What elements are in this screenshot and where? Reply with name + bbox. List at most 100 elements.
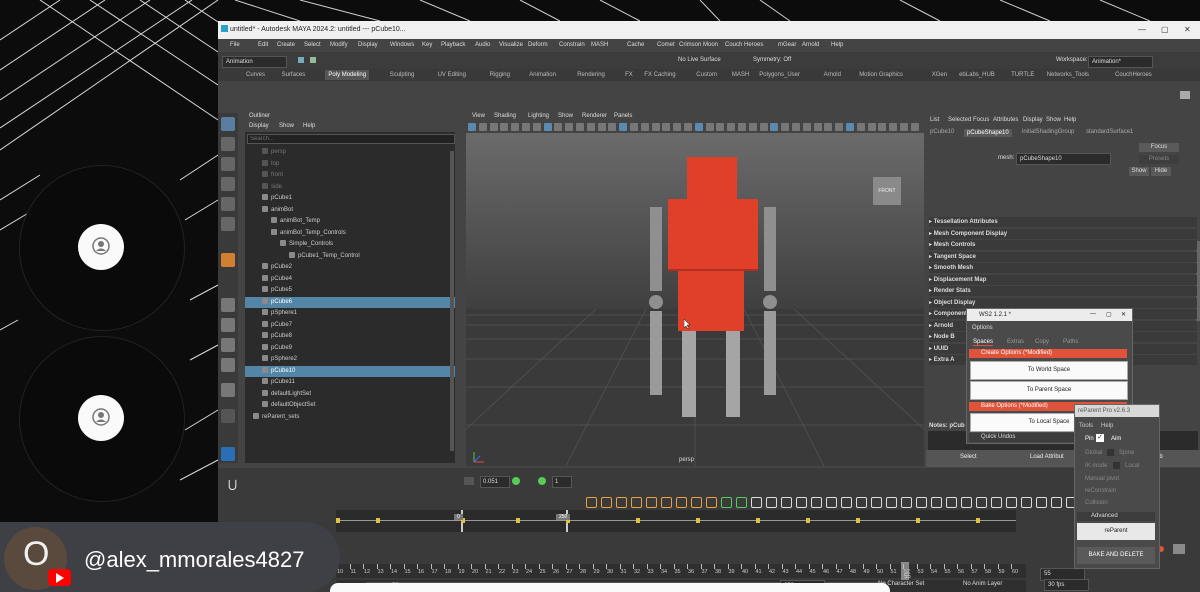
anim-tool-icon[interactable] (1021, 497, 1032, 508)
outliner-item[interactable]: pCube5 (245, 285, 455, 296)
layout-icon[interactable] (221, 253, 235, 267)
outliner-item[interactable]: pCube8 (245, 331, 455, 342)
menu-mgear[interactable]: mGear (778, 42, 796, 48)
outliner-item[interactable]: pCube9 (245, 343, 455, 354)
viewport-tool-icon[interactable] (597, 123, 606, 131)
maximize-button[interactable]: ▢ (1161, 25, 1169, 34)
viewport-tool-icon[interactable] (802, 123, 811, 131)
viewport-tool-icon[interactable] (748, 123, 757, 131)
keyframe-marker[interactable] (516, 518, 520, 523)
minimize-button[interactable]: — (1138, 25, 1146, 34)
outliner-item[interactable]: reParent_sets (245, 412, 455, 423)
viewport-tool-icon[interactable] (716, 123, 725, 131)
ws2-tab-spaces[interactable]: Spaces (973, 339, 994, 346)
keyframe-marker[interactable] (376, 518, 380, 523)
keyframe-marker[interactable] (856, 518, 860, 523)
outliner-menu-help[interactable]: Help (303, 123, 315, 129)
viewport-tool-icon[interactable] (781, 123, 790, 131)
ae-section-render-stats[interactable]: Render Stats (929, 286, 1197, 296)
shelf-tab-fx-caching[interactable]: FX Caching (644, 72, 675, 78)
menu-mash[interactable]: MASH (591, 42, 608, 48)
anim-layer-dropdown[interactable]: No Anim Layer (963, 581, 1002, 587)
anim-tool-icon[interactable] (961, 497, 972, 508)
outliner-item[interactable]: pCube4 (245, 274, 455, 285)
shelf-tab-rendering[interactable]: Rendering (577, 72, 605, 78)
anim-tool-icon[interactable] (691, 497, 702, 508)
ae-section-tangent-space[interactable]: Tangent Space (929, 251, 1197, 262)
menu-select[interactable]: Select (304, 42, 321, 48)
viewport-tool-icon[interactable] (705, 123, 714, 131)
viewport-tool-icon[interactable] (910, 123, 919, 131)
anim-tool-icon[interactable] (616, 497, 627, 508)
select-button[interactable]: Select (960, 454, 977, 460)
outliner-item[interactable]: animBot_Temp_Controls (245, 228, 455, 239)
character-torso[interactable] (668, 199, 758, 271)
anim-tool-icon[interactable] (871, 497, 882, 508)
anim-tool-icon[interactable] (811, 497, 822, 508)
ae-tab-initialshadinggroup[interactable]: initialShadingGroup (1022, 129, 1074, 135)
character-arm-right[interactable] (764, 207, 776, 291)
viewport-tool-icon[interactable] (867, 123, 876, 131)
anim-tool-icon[interactable] (931, 497, 942, 508)
split-view-icon[interactable] (221, 338, 235, 352)
anim-tool-icon[interactable] (586, 497, 597, 508)
shelf-tab-curves[interactable]: Curves (246, 72, 265, 78)
maya-m-icon[interactable] (221, 447, 235, 461)
live-surface[interactable]: No Live Surface (678, 57, 721, 63)
keyframe-marker[interactable] (756, 518, 760, 523)
anim-tool-icon[interactable] (901, 497, 912, 508)
viewport-tool-icon[interactable] (543, 123, 552, 131)
scale-tool-icon[interactable] (221, 217, 235, 231)
outliner-item[interactable]: pSphere1 (245, 308, 455, 319)
viewport-tool-icon[interactable] (835, 123, 844, 131)
outliner-item[interactable]: defaultObjectSet (245, 400, 455, 411)
outliner-search-input[interactable] (247, 134, 455, 144)
ae-tab-pcubeshape10[interactable]: pCubeShape10 (964, 129, 1012, 137)
menu-visualize[interactable]: Visualize (499, 42, 523, 48)
shelf-tab-turtle[interactable]: TURTLE (1011, 72, 1034, 78)
spine-option[interactable]: Spine (1119, 450, 1134, 456)
folder-icon[interactable] (298, 57, 304, 63)
keyframe-marker[interactable] (976, 518, 980, 523)
shelf-tab-rigging[interactable]: Rigging (490, 72, 510, 78)
anim-tool-icon[interactable] (946, 497, 957, 508)
ws2-options-menu[interactable]: Options (972, 325, 993, 331)
viewcube[interactable]: FRONT (873, 177, 901, 205)
menu-comet[interactable]: Comet (657, 42, 675, 48)
ae-section-mesh-component-display[interactable]: Mesh Component Display (929, 228, 1197, 239)
graph-view-icon[interactable] (221, 383, 235, 397)
anim-tool-icon[interactable] (856, 497, 867, 508)
viewport-tool-icon[interactable] (522, 123, 530, 131)
outliner-scrollbar[interactable] (450, 151, 454, 451)
outliner-item[interactable]: side (245, 182, 455, 193)
pin-checkbox[interactable]: ✓ (1096, 434, 1104, 442)
reconstrain-option[interactable]: reConstrain (1085, 488, 1116, 494)
participant-tile[interactable] (19, 336, 185, 502)
load-attributes-button[interactable]: Load Attribut (1030, 454, 1064, 460)
ws2-minimize-button[interactable]: — (1090, 311, 1096, 317)
menu-arnold[interactable]: Arnold (802, 42, 819, 48)
menu-constrain[interactable]: Constrain (559, 42, 585, 48)
keyframe-marker[interactable] (806, 518, 810, 523)
character-leg-left[interactable] (682, 331, 696, 417)
viewport-tool-icon[interactable] (619, 123, 628, 131)
shelf-tab-uv-editing[interactable]: UV Editing (438, 72, 466, 78)
ae-menu-show[interactable]: Show (1046, 117, 1061, 123)
shelf-tab-mash[interactable]: MASH (732, 72, 749, 78)
single-view-icon[interactable] (221, 298, 235, 312)
shelf-tab-fx[interactable]: FX (625, 72, 633, 78)
viewport-tool-icon[interactable] (900, 123, 908, 131)
viewport-menu-panels[interactable]: Panels (614, 113, 632, 119)
viewport-tool-icon[interactable] (878, 123, 887, 131)
viewport-tool-icon[interactable] (727, 123, 736, 131)
aim-option[interactable]: Aim (1111, 436, 1121, 442)
timeline-mode-icon[interactable]: ⋃ (228, 478, 237, 491)
anim-tool-icon[interactable] (646, 497, 657, 508)
viewport-tool-icon[interactable] (889, 123, 898, 131)
anim-tool-icon[interactable] (916, 497, 927, 508)
show-button[interactable]: Show (1129, 167, 1149, 176)
outliner-item[interactable]: defaultLightSet (245, 389, 455, 400)
anim-tool-icon[interactable] (886, 497, 897, 508)
step-back-icon[interactable] (464, 477, 474, 485)
time-value-field[interactable]: 0.051 (480, 476, 510, 488)
